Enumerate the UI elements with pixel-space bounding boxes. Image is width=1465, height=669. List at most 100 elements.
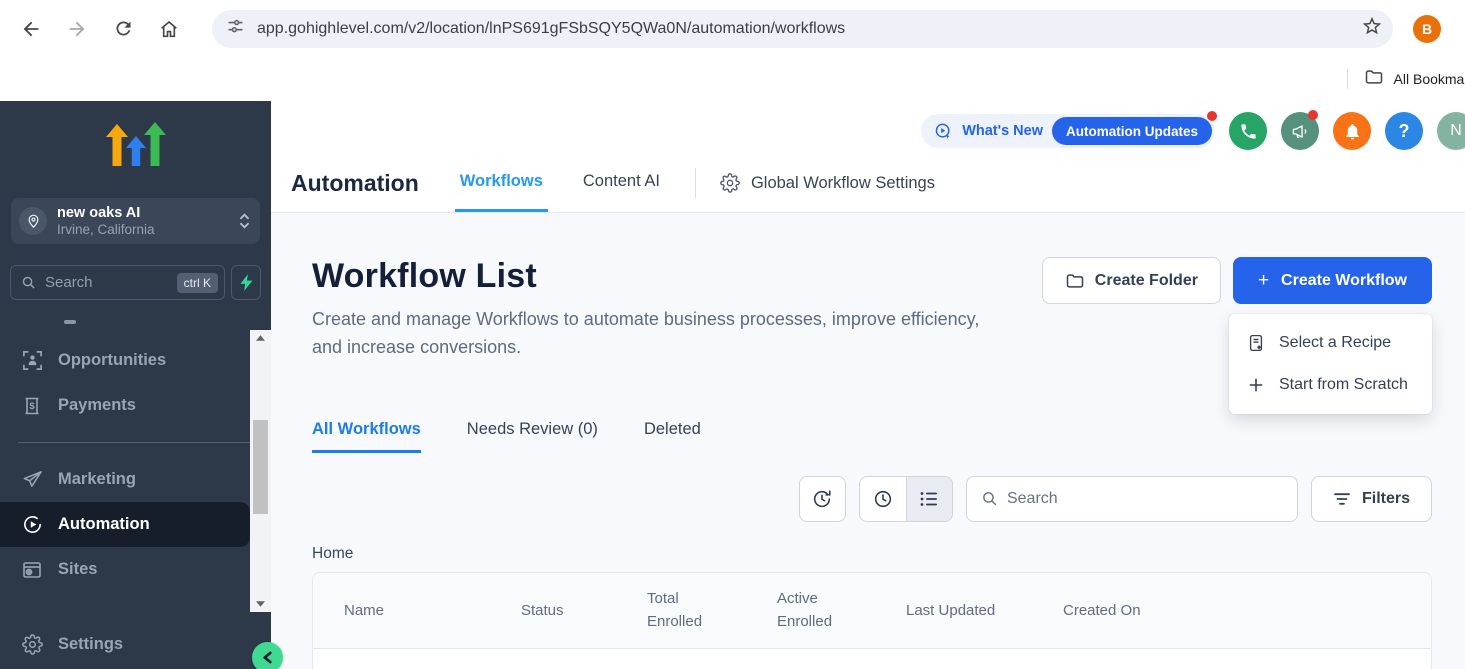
create-workflow-button[interactable]: + Create Workflow bbox=[1233, 257, 1432, 304]
whats-new-label: What's New bbox=[962, 123, 1043, 139]
browser-profile-avatar[interactable]: B bbox=[1413, 15, 1441, 43]
workflow-search-input[interactable] bbox=[1007, 490, 1283, 508]
sidebar-collapse-button[interactable] bbox=[252, 642, 283, 669]
section-title: Automation bbox=[291, 170, 419, 197]
workflow-table: Name Status Total Enrolled Active Enroll… bbox=[312, 572, 1432, 669]
create-folder-label: Create Folder bbox=[1095, 272, 1198, 290]
whats-new-pill[interactable]: What's New Automation Updates bbox=[921, 114, 1215, 148]
history-clock-icon bbox=[811, 488, 833, 510]
phone-button[interactable] bbox=[1229, 112, 1267, 150]
forward-icon[interactable] bbox=[60, 12, 94, 46]
tab-workflows[interactable]: Workflows bbox=[455, 154, 548, 212]
recipe-icon bbox=[1247, 334, 1265, 352]
account-switcher[interactable]: new oaks AI Irvine, California bbox=[11, 198, 260, 244]
sidebar-item-automation[interactable]: Automation bbox=[0, 502, 250, 547]
table-body bbox=[313, 649, 1431, 669]
bookmark-star-icon[interactable] bbox=[1361, 15, 1383, 42]
history-button[interactable] bbox=[799, 476, 846, 522]
site-settings-tune-icon[interactable] bbox=[226, 17, 245, 41]
question-mark-glyph: ? bbox=[1399, 121, 1410, 142]
browser-chrome: app.gohighlevel.com/v2/location/lnPS691g… bbox=[0, 0, 1465, 101]
breadcrumb[interactable]: Home bbox=[312, 545, 1432, 563]
scrollbar-down-arrow[interactable] bbox=[250, 596, 271, 612]
create-workflow-label: Create Workflow bbox=[1281, 272, 1407, 290]
tab-content-ai[interactable]: Content AI bbox=[578, 154, 665, 212]
menu-item-label: Start from Scratch bbox=[1279, 376, 1408, 394]
create-folder-button[interactable]: Create Folder bbox=[1042, 257, 1221, 304]
automation-icon bbox=[20, 514, 44, 535]
table-header-row: Name Status Total Enrolled Active Enroll… bbox=[313, 573, 1431, 649]
all-bookmarks-label[interactable]: All Bookmarks bbox=[1394, 71, 1465, 87]
sidebar-search-box[interactable]: ctrl K bbox=[10, 265, 225, 300]
column-header-name[interactable]: Name bbox=[344, 602, 521, 619]
page-content: Workflow List Create and manage Workflow… bbox=[271, 213, 1465, 669]
sidebar-item-sites[interactable]: Sites bbox=[0, 547, 271, 592]
column-header-total-enrolled[interactable]: Total Enrolled bbox=[647, 587, 777, 634]
global-workflow-settings-label: Global Workflow Settings bbox=[751, 174, 935, 193]
header-icons-row: What's New Automation Updates ? N bbox=[921, 112, 1465, 150]
notifications-button[interactable] bbox=[1333, 112, 1371, 150]
column-header-last-updated[interactable]: Last Updated bbox=[906, 602, 1063, 619]
sidebar-item-opportunities[interactable]: Opportunities bbox=[0, 338, 271, 383]
tab-deleted[interactable]: Deleted bbox=[644, 420, 701, 453]
account-chevrons-icon[interactable] bbox=[239, 213, 250, 229]
bookmarks-folder-icon[interactable] bbox=[1364, 67, 1384, 92]
help-button[interactable]: ? bbox=[1385, 112, 1423, 150]
sidebar-nav: Opportunities $ Payments Marketing Au bbox=[0, 320, 271, 669]
megaphone-icon bbox=[1291, 122, 1310, 141]
sidebar-item-label: Payments bbox=[58, 396, 136, 415]
tab-all-workflows[interactable]: All Workflows bbox=[312, 420, 421, 453]
whats-new-icon bbox=[934, 122, 953, 141]
search-shortcut-badge: ctrl K bbox=[177, 273, 218, 293]
menu-item-label: Select a Recipe bbox=[1279, 334, 1391, 352]
notification-dot bbox=[1207, 111, 1217, 121]
user-avatar[interactable]: N bbox=[1437, 112, 1465, 150]
view-list-segment[interactable] bbox=[906, 477, 952, 521]
address-bar[interactable]: app.gohighlevel.com/v2/location/lnPS691g… bbox=[212, 10, 1393, 48]
opportunities-icon bbox=[20, 350, 44, 371]
sidebar-item-label: Sites bbox=[58, 560, 97, 579]
header-divider bbox=[695, 168, 696, 198]
chevron-left-icon bbox=[262, 651, 273, 664]
column-header-created-on[interactable]: Created On bbox=[1063, 602, 1431, 619]
gear-icon bbox=[720, 173, 740, 193]
sidebar-item-payments[interactable]: $ Payments bbox=[0, 383, 271, 428]
account-info: new oaks AI Irvine, California bbox=[57, 204, 239, 238]
sidebar-item-settings[interactable]: Settings bbox=[0, 622, 271, 667]
sidebar-spacer bbox=[0, 592, 271, 622]
back-icon[interactable] bbox=[14, 12, 48, 46]
view-recent-segment[interactable] bbox=[860, 477, 906, 521]
column-header-status[interactable]: Status bbox=[521, 602, 647, 619]
scrollbar-up-arrow[interactable] bbox=[250, 330, 271, 346]
phone-icon bbox=[1239, 122, 1258, 141]
sidebar-item-label: Opportunities bbox=[58, 351, 166, 370]
page-title: Workflow List bbox=[312, 257, 1012, 296]
page-description: Create and manage Workflows to automate … bbox=[312, 306, 1012, 362]
sidebar-search-input[interactable] bbox=[45, 274, 177, 291]
home-icon[interactable] bbox=[152, 12, 186, 46]
menu-item-start-from-scratch[interactable]: Start from Scratch bbox=[1229, 364, 1432, 406]
tab-needs-review[interactable]: Needs Review (0) bbox=[467, 420, 598, 453]
global-workflow-settings-link[interactable]: Global Workflow Settings bbox=[720, 154, 935, 212]
scrollbar-thumb[interactable] bbox=[253, 420, 268, 514]
reload-icon[interactable] bbox=[106, 12, 140, 46]
search-icon bbox=[21, 275, 36, 290]
url-text[interactable]: app.gohighlevel.com/v2/location/lnPS691g… bbox=[257, 20, 1361, 38]
quick-actions-button[interactable] bbox=[231, 265, 261, 300]
marketing-icon bbox=[20, 469, 44, 490]
location-pin-icon bbox=[19, 207, 47, 235]
browser-toolbar: app.gohighlevel.com/v2/location/lnPS691g… bbox=[0, 0, 1465, 57]
column-header-active-enrolled[interactable]: Active Enrolled bbox=[777, 587, 906, 634]
filters-label: Filters bbox=[1362, 490, 1410, 508]
sidebar-item-marketing[interactable]: Marketing bbox=[0, 457, 271, 502]
workflow-search-box[interactable] bbox=[966, 476, 1298, 522]
sidebar-scrollbar[interactable] bbox=[250, 330, 271, 612]
header-title-row: Automation Workflows Content AI Global W… bbox=[291, 154, 935, 212]
announcements-button[interactable] bbox=[1281, 112, 1319, 150]
scrolled-item-icon bbox=[64, 320, 76, 324]
menu-item-select-recipe[interactable]: Select a Recipe bbox=[1229, 322, 1432, 364]
bolt-icon bbox=[240, 274, 253, 291]
filters-button[interactable]: Filters bbox=[1311, 476, 1432, 522]
automation-updates-badge[interactable]: Automation Updates bbox=[1052, 117, 1212, 145]
bell-icon bbox=[1343, 122, 1362, 141]
